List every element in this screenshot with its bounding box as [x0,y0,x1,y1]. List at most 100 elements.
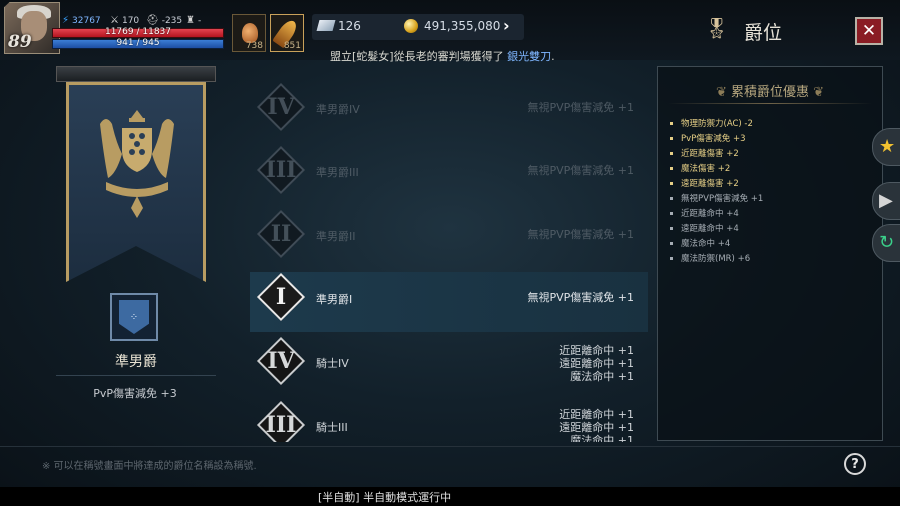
play-icon: ▶ [879,190,893,211]
close-button[interactable]: ✕ [855,17,883,45]
sword-icon: ⚔ [110,15,119,26]
medal-icon: 🎖 [704,16,730,40]
stat-helmet-value: -235 [161,15,183,26]
rank-numeral: II [270,221,292,247]
potion-count: 738 [245,41,263,51]
potion-icon [242,23,258,43]
cumulative-title: ❦ 累積爵位優惠 ❦ [658,81,882,100]
rank-name: 騎士IV [316,357,349,370]
benefit-item: 近距離傷害 +2 [670,147,763,162]
rank-bonus: 近距離命中 +1 遠距離命中 +1 魔法命中 +1 [559,344,634,383]
feather-count: 851 [283,41,301,51]
cumulative-title-text: 累積爵位優惠 [730,85,809,100]
benefit-text: 魔法命中 +4 [681,239,731,249]
side-tab-cycle[interactable]: ↻ [872,224,900,262]
benefit-text: 物理防禦力(AC) -2 [681,119,753,129]
help-icon: ? [851,456,859,472]
rank-bonus-line: 遠距離命中 +1 [559,357,634,370]
cycle-icon: ↻ [879,232,895,253]
bullet-icon [670,242,673,245]
rank-numeral: IV [267,94,295,120]
benefit-text: 近距離傷害 +2 [681,149,739,159]
side-tab-play[interactable]: ▶ [872,182,900,220]
rank-row[interactable]: IV 準男爵IV 無視PVP傷害減免 +1 [250,82,648,142]
side-tab-favorites[interactable]: ★ [872,128,900,166]
cumulative-benefits-panel[interactable]: ❦ 累積爵位優惠 ❦ 物理防禦力(AC) -2 PvP傷害減免 +3 近距離傷害… [657,66,883,441]
benefit-list: 物理防禦力(AC) -2 PvP傷害減免 +3 近距離傷害 +2 魔法傷害 +2… [670,117,763,267]
rank-shield-icon: ⁘ [119,300,149,334]
bullet-icon [670,152,673,155]
rank-row[interactable]: IV 騎士IV 近距離命中 +1 遠距離命中 +1 魔法命中 +1 [250,336,648,396]
benefit-item: 遠距離命中 +4 [670,222,763,237]
notice-suffix: . [551,50,555,63]
rank-row[interactable]: III 準男爵III 無視PVP傷害減免 +1 [250,145,648,205]
rank-row[interactable]: III 騎士III 近距離命中 +1 遠距離命中 +1 魔法命中 +1 [250,400,648,442]
rank-bonus-line: 無視PVP傷害減免 +1 [527,101,634,114]
stat-trophy-value: - [197,15,202,26]
rank-bonus-line: 遠距離命中 +1 [559,421,634,434]
rank-bonus-line: 無視PVP傷害減免 +1 [527,228,634,241]
close-icon: ✕ [861,21,877,41]
helmet-icon: ⛑ [146,15,159,26]
player-level: 89 [8,32,32,52]
benefit-text: 魔法防禦(MR) +6 [681,254,751,264]
benefit-text: 遠距離命中 +4 [681,224,739,234]
stat-power: ⚡ 32767 [62,15,101,26]
bullet-icon [670,257,673,260]
rank-list[interactable]: IV 準男爵IV 無視PVP傷害減免 +1 III 準男爵III 無視PVP傷害… [250,70,650,442]
benefit-item: 魔法命中 +4 [670,237,763,252]
benefit-item: 物理防禦力(AC) -2 [670,117,763,132]
bullet-icon [670,182,673,185]
rank-bonus: 近距離命中 +1 遠距離命中 +1 魔法命中 +1 [559,408,634,442]
rank-name: 騎士III [316,421,348,434]
bullet-icon [670,122,673,125]
help-button[interactable]: ? [844,453,866,475]
benefit-item: 近距離命中 +4 [670,207,763,222]
rank-row[interactable]: II 準男爵II 無視PVP傷害減免 +1 [250,209,648,269]
left-divider [56,375,216,376]
rank-bonus: 無視PVP傷害減免 +1 [527,291,634,304]
stat-trophy: ♜ - [186,15,201,26]
benefit-text: 近距離命中 +4 [681,209,739,219]
rank-numeral: III [265,157,297,183]
ornament-right-icon: ❦ [809,85,825,100]
rank-bonus-line: 無視PVP傷害減免 +1 [527,164,634,177]
rank-row-selected[interactable]: I 準男爵I 無視PVP傷害減免 +1 [250,272,648,332]
bullet-icon [670,137,673,140]
rank-bonus: 無視PVP傷害減免 +1 [527,164,634,177]
stat-weapon: ⚔ 170 [110,15,139,26]
rank-bonus: 無視PVP傷害減免 +1 [527,228,634,241]
rank-bonus-line: 近距離命中 +1 [559,408,634,421]
benefit-text: 魔法傷害 +2 [681,164,731,174]
benefit-text: 無視PVP傷害減免 +1 [681,194,764,204]
auto-mode-status: [半自動] 半自動模式運行中 [318,491,452,504]
bullet-icon [670,212,673,215]
stat-power-value: 32767 [72,15,101,26]
quick-slot-feather[interactable]: 851 [270,14,304,52]
crystal-icon [316,20,336,31]
rank-name: 準男爵II [316,230,356,243]
rank-name: 準男爵IV [316,103,360,116]
rank-numeral: IV [267,348,295,374]
current-rank-bonus: PvP傷害減免 +3 [93,387,177,400]
trophy-icon: ♜ [186,15,195,26]
benefit-item: 魔法防禦(MR) +6 [670,252,763,267]
banner-rod [56,66,216,82]
currency-expand-chevron-icon[interactable]: › [503,16,510,35]
benefit-text: PvP傷害減免 +3 [681,134,746,144]
gold-value: 491,355,080 [424,19,501,33]
benefit-item: PvP傷害減免 +3 [670,132,763,147]
page-title: 爵位 [744,22,783,44]
rank-bonus-line: 魔法命中 +1 [570,370,634,383]
bullet-icon [670,197,673,200]
notice-prefix: 盟立[蛇髮女]從長老的審判場獲得了 [330,50,504,63]
current-rank-name: 準男爵 [115,354,157,370]
hp-text: 11769 / 11837 [104,27,171,37]
bullet-icon [670,167,673,170]
benefit-item: 遠距離傷害 +2 [670,177,763,192]
crystal-value: 126 [338,19,361,33]
quick-slot-potion[interactable]: 738 [232,14,266,52]
hp-bar: 11769 / 11837 [52,27,224,38]
footer-divider [0,446,900,447]
rank-bonus: 無視PVP傷害減免 +1 [527,101,634,114]
